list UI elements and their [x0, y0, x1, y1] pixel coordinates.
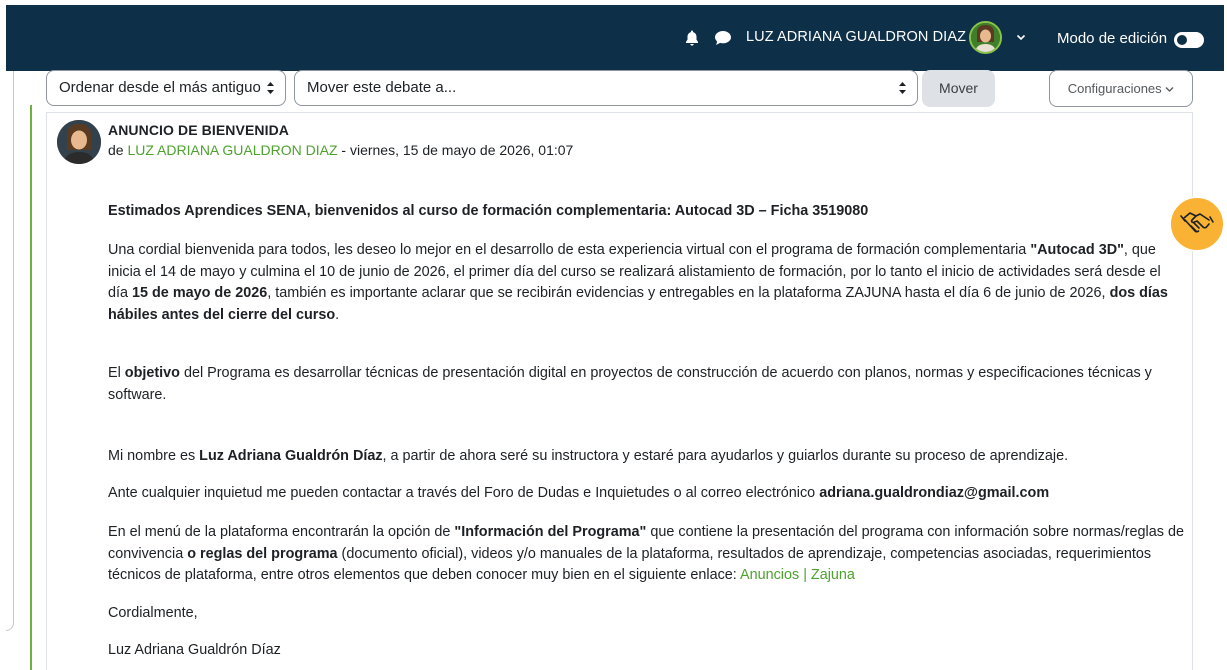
settings-dropdown-button[interactable]: Configuraciones	[1049, 70, 1193, 107]
closing: Cordialmente,	[108, 605, 198, 621]
post-title: ANUNCIO DE BIENVENIDA	[108, 122, 290, 138]
page-drawer-edge	[6, 71, 14, 631]
post-date: - viernes, 15 de mayo de 2026, 01:07	[341, 142, 574, 158]
contact-email: adriana.gualdrondiaz@gmail.com	[819, 485, 1050, 501]
announcements-link[interactable]: Anuncios | Zajuna	[740, 567, 855, 583]
chevron-down-icon[interactable]	[1016, 29, 1026, 47]
signature: Luz Adriana Gualdrón Díaz	[108, 642, 281, 658]
paragraph-instructor: Mi nombre es Luz Adriana Gualdrón Díaz, …	[108, 448, 1069, 464]
bell-icon[interactable]	[685, 30, 699, 51]
chat-icon[interactable]	[714, 30, 732, 51]
paragraph-program-info: En el menú de la plataforma encontrarán …	[108, 524, 1184, 583]
forum-post: ANUNCIO DE BIENVENIDA de LUZ ADRIANA GUA…	[46, 112, 1193, 670]
post-heading: Estimados Aprendices SENA, bienvenidos a…	[108, 203, 869, 219]
edit-mode-label: Modo de edición	[1057, 30, 1168, 47]
post-meta: de LUZ ADRIANA GUALDRON DIAZ - viernes, …	[108, 142, 573, 158]
paragraph-contact: Ante cualquier inquietud me pueden conta…	[108, 485, 1050, 501]
floating-help-button[interactable]	[1169, 196, 1225, 252]
edit-mode-toggle[interactable]	[1174, 32, 1204, 48]
move-discussion-select[interactable]: Mover este debate a...	[294, 70, 918, 106]
settings-button-label: Configuraciones	[1067, 81, 1162, 96]
paragraph-objective: El objetivo del Programa es desarrollar …	[108, 365, 1152, 403]
handshake-icon	[1171, 212, 1223, 254]
chevron-down-icon	[1165, 81, 1174, 96]
meta-prefix: de	[108, 142, 124, 158]
sort-select-value: Ordenar desde el más antiguo	[59, 79, 261, 96]
author-link[interactable]: LUZ ADRIANA GUALDRON DIAZ	[127, 142, 337, 158]
user-name[interactable]: LUZ ADRIANA GUALDRON DIAZ	[746, 29, 966, 45]
navbar: LUZ ADRIANA GUALDRON DIAZ Modo de edició…	[6, 5, 1224, 71]
paragraph-welcome: Una cordial bienvenida para todos, les d…	[108, 242, 1168, 323]
move-select-value: Mover este debate a...	[307, 79, 457, 96]
user-avatar[interactable]	[969, 21, 1002, 54]
discussion-indent-rail	[30, 105, 32, 670]
sort-select[interactable]: Ordenar desde el más antiguo	[46, 70, 286, 106]
toggle-knob	[1177, 35, 1187, 45]
move-button[interactable]: Mover	[922, 70, 995, 107]
author-avatar[interactable]	[57, 120, 101, 164]
